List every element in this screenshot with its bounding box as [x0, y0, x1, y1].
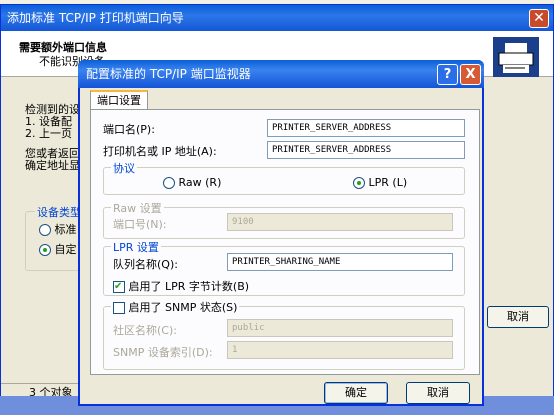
radio-standard[interactable]: 标准	[39, 221, 77, 237]
lpr-bytecount-label: 启用了 LPR 字节计数(B)	[128, 280, 250, 293]
printer-address-field[interactable]: PRINTER_SERVER_ADDRESS	[267, 141, 465, 159]
snmp-device-index-label: SNMP 设备索引(D):	[113, 346, 213, 359]
wizard-title-bar[interactable]: 添加标准 TCP/IP 打印机端口向导	[1, 5, 553, 31]
port-settings-panel: 端口名(P): PRINTER_SERVER_ADDRESS 打印机名或 IP …	[90, 109, 480, 375]
radio-custom[interactable]: 自定	[39, 241, 77, 257]
raw-radio-circle[interactable]	[163, 177, 175, 189]
configure-port-monitor-dialog: 配置标准的 TCP/IP 端口监视器 ? X 端口设置 端口名(P): PRIN…	[78, 60, 484, 406]
lpr-bytecount-check-icon[interactable]	[113, 281, 125, 293]
community-name-field: public	[227, 319, 453, 337]
snmp-device-index-field: 1	[227, 341, 453, 359]
dialog-title-bar[interactable]: 配置标准的 TCP/IP 端口监视器	[78, 60, 484, 88]
ok-button[interactable]: 确定	[324, 382, 388, 404]
port-number-label: 端口号(N):	[113, 218, 167, 231]
snmp-label: 启用了 SNMP 状态(S)	[128, 301, 238, 314]
radio-standard-label: 标准	[54, 223, 77, 236]
port-name-field[interactable]: PRINTER_SERVER_ADDRESS	[267, 119, 465, 137]
port-number-field: 9100	[227, 213, 453, 231]
printer-address-label: 打印机名或 IP 地址(A):	[103, 145, 217, 158]
dialog-title: 配置标准的 TCP/IP 端口监视器	[86, 67, 251, 81]
snmp-check-icon[interactable]	[113, 302, 125, 314]
wizard-cancel-button[interactable]: 取消	[487, 306, 549, 328]
cancel-button[interactable]: 取消	[406, 382, 470, 404]
tab-port-settings[interactable]: 端口设置	[90, 90, 148, 110]
help-button[interactable]: ?	[437, 64, 458, 85]
wizard-body-line: 确定地址显	[25, 159, 80, 172]
lpr-radio[interactable]: LPR (L)	[353, 176, 407, 189]
queue-name-label: 队列名称(Q):	[113, 258, 178, 271]
wizard-close-button[interactable]: ✕	[529, 9, 549, 28]
radio-standard-circle[interactable]	[39, 224, 51, 236]
radio-custom-label: 自定	[54, 243, 77, 256]
printer-icon	[493, 37, 539, 77]
raw-radio-label: Raw (R)	[178, 176, 222, 189]
wizard-body-line: 2. 上一页	[25, 127, 72, 140]
raw-settings-group-label: Raw 设置	[111, 200, 164, 216]
lpr-bytecount-checkbox[interactable]: 启用了 LPR 字节计数(B)	[113, 278, 249, 294]
snmp-checkbox[interactable]: 启用了 SNMP 状态(S)	[111, 299, 240, 315]
radio-custom-circle[interactable]	[39, 244, 51, 256]
port-name-label: 端口名(P):	[103, 123, 155, 136]
device-type-group-label: 设备类型	[35, 204, 83, 220]
protocol-group-label: 协议	[111, 160, 137, 176]
protocol-group	[103, 167, 465, 195]
snmp-settings-group	[103, 306, 465, 370]
lpr-radio-circle[interactable]	[353, 177, 365, 189]
raw-radio[interactable]: Raw (R)	[163, 176, 221, 189]
lpr-radio-label: LPR (L)	[368, 176, 408, 189]
lpr-settings-group-label: LPR 设置	[111, 239, 161, 255]
close-button[interactable]: X	[460, 64, 481, 85]
wizard-title: 添加标准 TCP/IP 打印机端口向导	[7, 11, 184, 25]
queue-name-field[interactable]: PRINTER_SHARING_NAME	[227, 253, 453, 271]
community-name-label: 社区名称(C):	[113, 324, 177, 337]
